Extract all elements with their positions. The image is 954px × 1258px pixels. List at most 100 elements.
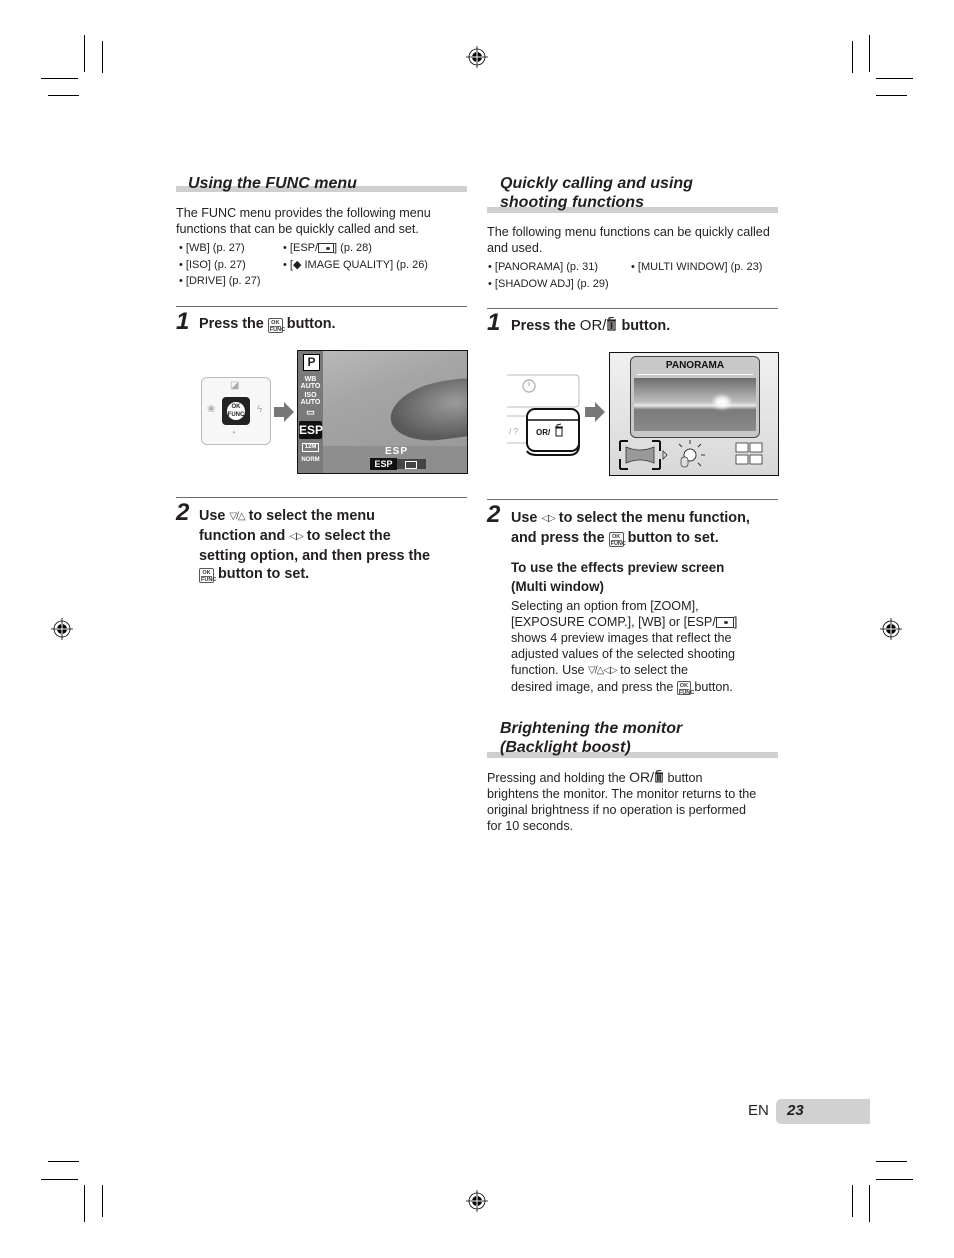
step-instruction: Press the OK FUNC button. [199,315,336,334]
left-right-keys-icon: ◁▷ [289,530,303,542]
camera-screen-func-menu: P WB AUTO ISO AUTO ▭ ESP 12M NORM ESP ES… [297,350,468,474]
page-number: 23 [787,1102,804,1119]
crop-mark [869,35,870,72]
list-item: • [DRIVE] (p. 27) [179,275,261,287]
menu-item-quality: NORM [301,457,320,463]
ok-func-button: OK FUNC [222,397,250,425]
crop-mark [876,1179,913,1180]
list-item-text: [DRIVE] (p. 27) [185,275,261,287]
list-item-text: ] (p. 28) [334,242,372,254]
func-menu-sidebar: P WB AUTO ISO AUTO ▭ ESP 12M NORM [298,351,323,473]
option-esp: ESP [370,458,397,470]
section-title-backlight: Brightening the monitor (Backlight boost… [500,720,683,756]
up-down-keys-icon: ▽/△ [588,665,604,676]
step-number: 1 [176,308,190,335]
crop-mark [41,78,78,79]
subheading-multi-window: To use the effects preview screen (Multi… [511,560,725,594]
panorama-preview: PANORAMA [630,356,760,438]
registration-mark-icon [466,1190,488,1212]
esp-options: ESP [370,458,426,470]
list-item-text: [ESP/ [289,242,319,254]
crop-mark [84,35,85,72]
ok-func-button-icon: OK FUNC [608,531,626,547]
spot-metering-icon [318,243,335,253]
camera-dpad-illustration: ◪ ❀ ϟ ◔ OK FUNC [201,377,271,445]
list-item-text: [MULTI WINDOW] (p. 23) [637,261,763,273]
crop-mark [876,1161,907,1162]
menu-item-esp-selected: ESP [299,421,324,439]
ok-func-button-icon: OK FUNC [676,681,695,696]
mode-badge: P [303,354,320,371]
step-instruction: Use ◁▷ to select the menu function, and … [511,510,750,547]
menu-item-drive: ▭ [306,407,315,417]
crop-mark [852,41,853,73]
crop-mark [876,78,913,79]
menu-item-iso: ISO AUTO [300,392,321,406]
page-language: EN [748,1102,769,1119]
ok-func-button-icon: OK FUNC [199,568,217,584]
shadow-adjust-icon [678,440,705,468]
step-instruction: Use ▽/△ to select the menu function and … [199,508,431,584]
step-text: button. [286,316,336,332]
step-number: 2 [487,501,501,528]
ok-func-button-icon: OK FUNC [267,318,286,333]
exposure-comp-icon: ◪ [230,380,240,391]
divider [176,497,467,498]
list-item: • [WB] (p. 27) [179,242,245,254]
divider [176,306,467,307]
step-number: 2 [176,499,190,526]
step-number: 1 [487,309,501,336]
multi-window-icon [735,442,763,465]
menu-item-wb: WB AUTO [300,376,321,390]
macro-icon: ❀ [207,404,216,415]
quick-call-intro: The following menu functions can be quic… [487,225,770,255]
quick-function-icons [619,440,763,470]
list-item-text: [ISO] (p. 27) [185,259,246,271]
crop-mark [876,95,907,96]
crop-mark [102,41,103,73]
crop-mark [852,1185,853,1217]
svg-text:/ ?: / ? [509,427,518,436]
dolphin-photo [322,351,467,447]
trash-icon [607,316,617,331]
section-title-quick-call: Quickly calling and using shooting funct… [500,175,693,211]
crop-mark [48,95,79,96]
or-label: OR/ [629,769,655,785]
list-item-text: [◆ IMAGE QUALITY] (p. 26) [289,259,428,271]
sunset-photo [634,378,756,431]
divider [487,499,778,500]
backlight-description: Pressing and holding the OR/ button brig… [487,769,757,833]
list-item: • [PANORAMA] (p. 31) [488,261,599,273]
list-item: • [SHADOW ADJ] (p. 29) [488,278,609,290]
selected-function-label: ESP [385,446,409,457]
step-instruction: Press the OR/ button. [511,316,671,334]
up-down-keys-icon: ▽/△ [229,511,245,522]
preview-title: PANORAMA [665,360,725,371]
svg-text:OR/: OR/ [536,428,551,437]
list-item: • [◆ IMAGE QUALITY] (p. 26) [283,259,428,271]
camera-button-panel-illustration: / ? OR/ [507,374,580,456]
or-label: OR/ [579,317,607,334]
step-text: Press the [199,316,264,332]
list-item-text: [PANORAMA] (p. 31) [494,261,599,273]
left-right-keys-icon: ◁▷ [603,665,617,676]
left-right-keys-icon: ◁▷ [541,513,555,524]
crop-mark [48,1161,79,1162]
list-item: • [ESP/] (p. 28) [283,242,372,254]
func-menu-intro: The FUNC menu provides the following men… [176,206,431,236]
list-item-text: [SHADOW ADJ] (p. 29) [494,278,609,290]
camera-screen-quick-menu: PANORAMA [609,352,779,476]
registration-mark-icon [51,618,73,640]
crop-mark [41,1179,78,1180]
list-item: • [ISO] (p. 27) [179,259,246,271]
arrow-right-icon [274,402,294,422]
section-title-func-menu: Using the FUNC menu [188,175,357,192]
arrow-right-icon [585,402,605,422]
crop-mark [102,1185,103,1217]
panorama-icon [619,440,668,470]
crop-mark [869,1185,870,1222]
crop-mark [84,1185,85,1222]
multi-window-description: Selecting an option from [ZOOM], [EXPOSU… [511,599,738,696]
option-spot [405,461,417,469]
flash-icon: ϟ [257,404,263,415]
